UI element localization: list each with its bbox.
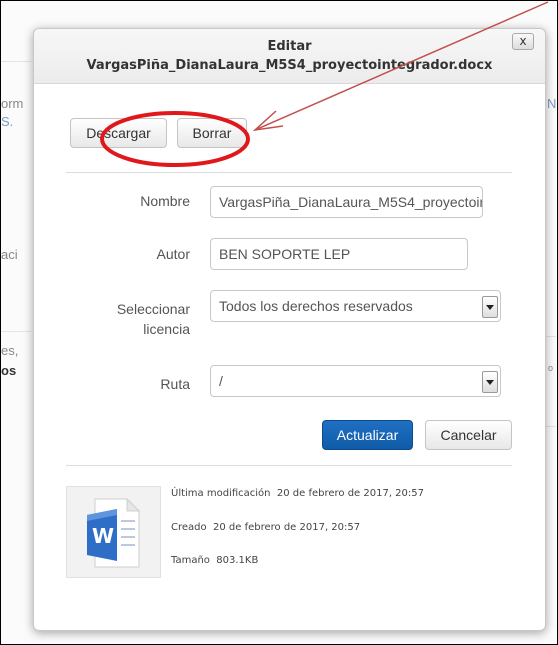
background-text: es, — [1, 343, 19, 358]
modified-value: 20 de febrero de 2017, 20:57 — [276, 488, 424, 499]
license-selected-value: Todos los derechos reservados — [219, 298, 413, 314]
path-selected-value: / — [219, 373, 223, 389]
background-divider — [546, 336, 556, 337]
modified-label: Última modificación — [171, 488, 271, 499]
dialog-title: Editar VargasPiña_DianaLaura_M5S4_proyec… — [34, 37, 545, 75]
created-value: 20 de febrero de 2017, 20:57 — [212, 522, 361, 533]
license-label-line: licencia — [143, 321, 190, 337]
background-text: os — [1, 363, 17, 378]
download-button[interactable]: Descargar — [70, 118, 167, 148]
background-link: N — [547, 96, 557, 111]
svg-text:W: W — [92, 524, 114, 548]
license-label: Seleccionar licencia — [64, 299, 190, 339]
dialog-header: Editar VargasPiña_DianaLaura_M5S4_proyec… — [34, 29, 545, 84]
chevron-down-icon — [482, 371, 498, 393]
created-label: Creado — [171, 522, 207, 533]
close-icon: x — [519, 34, 527, 48]
size-value: 803.1KB — [216, 555, 259, 566]
background-divider — [1, 331, 31, 332]
created-info: Creado 20 de febrero de 2017, 20:57 — [171, 522, 360, 533]
divider — [66, 172, 512, 173]
dialog-title-action: Editar — [267, 39, 312, 54]
author-label: Autor — [156, 246, 190, 262]
size-label: Tamaño — [171, 555, 210, 566]
modified-info: Última modificación 20 de febrero de 201… — [171, 488, 424, 499]
path-select[interactable]: / — [210, 365, 501, 397]
edit-file-dialog: Editar VargasPiña_DianaLaura_M5S4_proyec… — [33, 28, 546, 631]
background-text: o — [548, 363, 554, 373]
license-select[interactable]: Todos los derechos reservados — [210, 290, 501, 322]
path-label: Ruta — [160, 376, 190, 392]
background-link: S. — [1, 114, 14, 129]
name-label: Nombre — [140, 193, 190, 209]
license-label-line: Seleccionar — [116, 301, 190, 317]
cancel-button[interactable]: Cancelar — [425, 420, 512, 450]
chevron-down-icon — [482, 296, 498, 318]
author-field[interactable]: BEN SOPORTE LEP — [210, 238, 468, 270]
divider — [66, 465, 512, 466]
background-divider — [1, 61, 31, 62]
dialog-title-filename: VargasPiña_DianaLaura_M5S4_proyectointeg… — [86, 58, 493, 73]
size-info: Tamaño 803.1KB — [171, 555, 258, 566]
word-document-icon: W — [66, 486, 161, 578]
background-text: orm — [1, 96, 24, 111]
name-field[interactable]: VargasPiña_DianaLaura_M5S4_proyectointeg… — [210, 186, 483, 218]
background-text: aci — [1, 247, 18, 262]
delete-button[interactable]: Borrar — [177, 118, 247, 148]
update-button[interactable]: Actualizar — [322, 420, 413, 450]
background-divider — [546, 426, 556, 427]
close-button[interactable]: x — [512, 33, 534, 50]
